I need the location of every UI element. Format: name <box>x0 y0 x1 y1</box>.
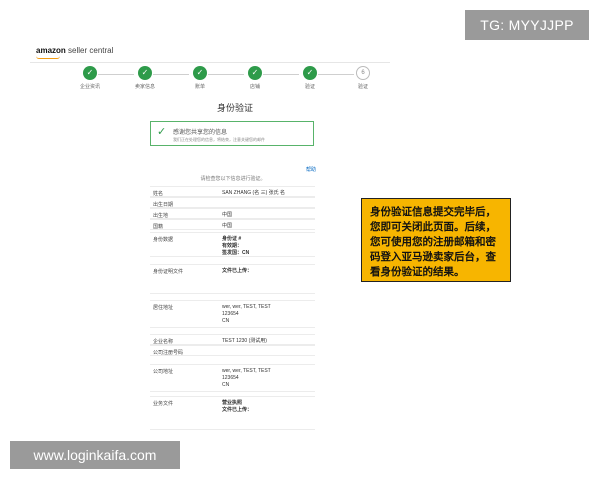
step-check-icon: ✓ <box>83 66 97 80</box>
logo-brand: amazon <box>36 46 66 55</box>
info-row-birthplace: 出生地 中国 <box>150 208 315 219</box>
row-key: 身份证明文件 <box>153 269 184 275</box>
info-row-nationality: 国籍 中国 <box>150 219 315 230</box>
info-row-name: 姓名 SAN ZHANG (名 三) 张氏 名 <box>150 186 315 197</box>
info-row-registration-number: 公司注册号码 <box>150 345 315 356</box>
info-row-id-data: 身份数据 身份证 # 有效期： 签发国：CN <box>150 232 315 257</box>
info-row-company-address: 公司地址 wer, wer, TEST, TEST 123654 CN <box>150 364 315 392</box>
step-label: 账单 <box>194 84 205 90</box>
row-value: wer, wer, TEST, TEST 123654 CN <box>222 368 271 388</box>
tg-watermark-label: TG: MYYJJPP <box>465 10 589 40</box>
step-check-icon: ✓ <box>303 66 317 80</box>
header-divider <box>30 62 390 63</box>
row-value: 中国 <box>222 223 233 229</box>
success-alert: ✓ 感谢您共享您的信息 我们正在处理您的信息，将结束，注意关键您的邮件 <box>150 121 314 146</box>
row-key: 姓名 <box>153 191 164 197</box>
row-key: 业务文件 <box>153 401 174 407</box>
info-row-residence-address: 居住地址 wer, wer, TEST, TEST 123654 CN <box>150 300 315 328</box>
success-title: 感谢您共享您的信息 <box>173 130 228 136</box>
row-key: 公司地址 <box>153 369 174 375</box>
row-key: 国籍 <box>153 224 164 230</box>
row-key: 公司注册号码 <box>153 350 184 356</box>
row-key: 出生日期 <box>153 202 174 208</box>
row-value: 中国 <box>222 212 233 218</box>
info-row-birthdate: 出生日期 <box>150 197 315 208</box>
info-row-business-document: 业务文件 营业执照 文件已上传： <box>150 396 315 430</box>
row-key: 出生地 <box>153 213 169 219</box>
registration-stepper: ✓ 企业资讯 ✓ 卖家信息 ✓ 账单 ✓ 店铺 ✓ 验证 6 验证 <box>60 66 390 90</box>
logo-product: seller central <box>68 46 114 55</box>
step-label: 验证 <box>304 84 315 90</box>
row-value: wer, wer, TEST, TEST 123654 CN <box>222 304 271 324</box>
page-title: 身份验证 <box>216 103 253 113</box>
row-key: 居住地址 <box>153 305 174 311</box>
help-link[interactable]: 帮助 <box>306 166 316 173</box>
step-verification: ✓ 验证 <box>280 66 340 90</box>
row-value: TEST 1230 (测试用) <box>222 338 267 344</box>
step-company-info: ✓ 企业资讯 <box>60 66 120 90</box>
instruction-callout: 身份验证信息提交完毕后，您即可关闭此页面。后续，您可使用您的注册邮箱和密码登入亚… <box>361 198 511 282</box>
row-key: 企业名称 <box>153 339 174 345</box>
amazon-seller-central-logo: amazon seller central <box>36 46 113 55</box>
step-label: 卖家信息 <box>134 84 155 90</box>
step-seller-info: ✓ 卖家信息 <box>115 66 175 90</box>
success-check-icon: ✓ <box>157 126 167 138</box>
step-label: 验证 <box>357 84 368 90</box>
row-value: 身份证 # 有效期： 签发国：CN <box>222 236 250 256</box>
site-watermark-label: www.loginkaifa.com <box>10 441 180 469</box>
step-final-verification: 6 验证 <box>333 66 393 90</box>
step-label: 店铺 <box>249 84 260 90</box>
success-subtitle: 我们正在处理您的信息，将结束，注意关键您的邮件 <box>173 137 265 142</box>
step-number-icon: 6 <box>356 66 370 80</box>
row-key: 身份数据 <box>153 237 174 243</box>
step-label: 企业资讯 <box>79 84 100 90</box>
row-value: 营业执照 文件已上传： <box>222 400 253 413</box>
step-check-icon: ✓ <box>193 66 207 80</box>
info-row-company-name: 企业名称 TEST 1230 (测试用) <box>150 334 315 345</box>
review-note: 请检查您以下信息进行验证。 <box>200 176 266 182</box>
info-row-id-document: 身份证明文件 文件已上传： <box>150 264 315 294</box>
step-store: ✓ 店铺 <box>225 66 285 90</box>
logo-smile-icon <box>36 56 60 59</box>
step-check-icon: ✓ <box>138 66 152 80</box>
step-check-icon: ✓ <box>248 66 262 80</box>
step-billing: ✓ 账单 <box>170 66 230 90</box>
row-value: SAN ZHANG (名 三) 张氏 名 <box>222 190 286 196</box>
row-value: 文件已上传： <box>222 268 253 274</box>
